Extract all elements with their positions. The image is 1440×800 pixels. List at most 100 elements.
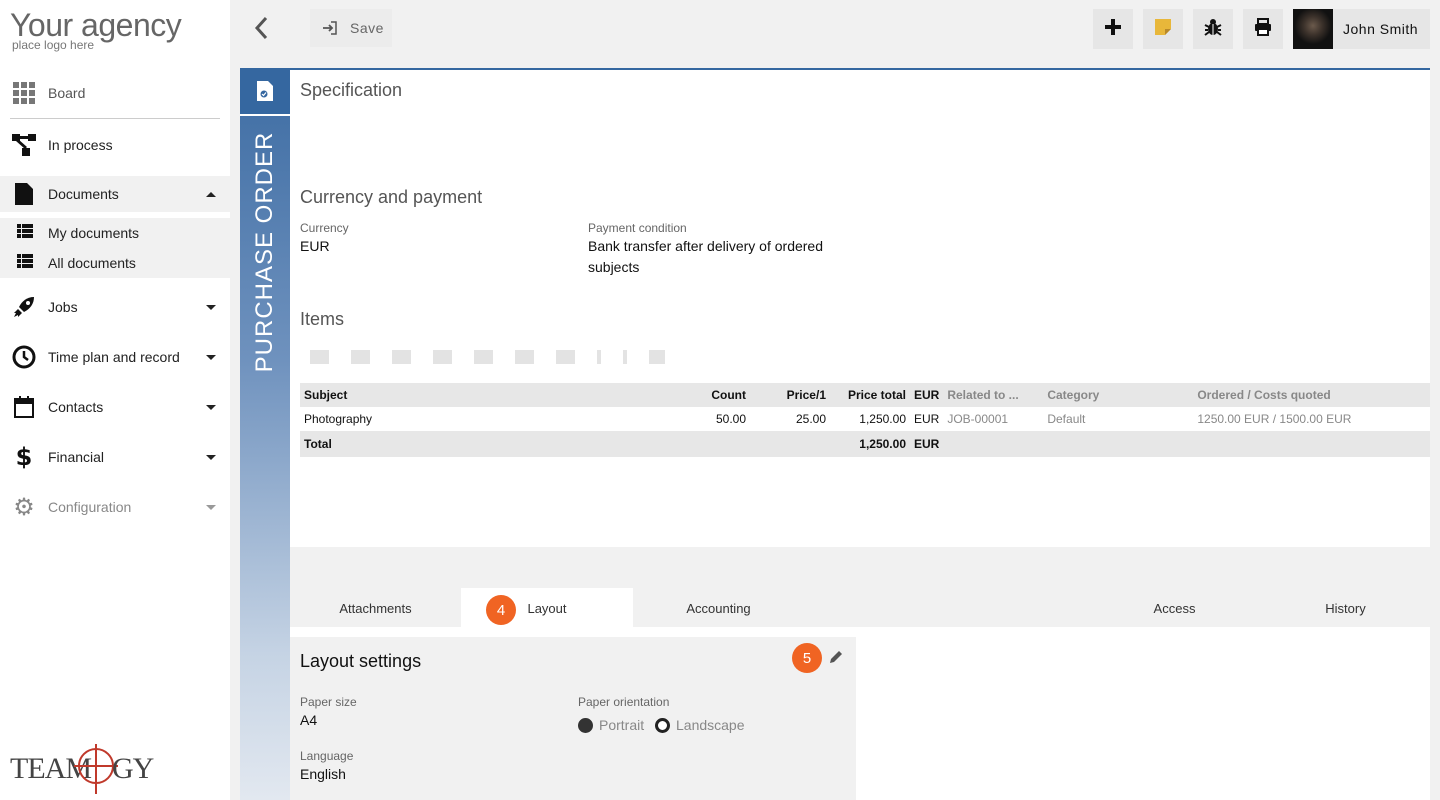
sidebar-item-label: Configuration: [48, 499, 132, 515]
col-header: Count: [700, 383, 750, 407]
cell-subject: Photography: [304, 412, 373, 426]
svg-text:GY: GY: [112, 752, 154, 785]
user-name: John Smith: [1343, 21, 1419, 37]
sticky-note-button[interactable]: [1143, 9, 1183, 49]
paper-orientation-label: Paper orientation: [578, 695, 670, 709]
table-row[interactable]: Photography 50.00 25.00 1,250.00 EUR JOB…: [300, 407, 1430, 431]
tab-attachments[interactable]: Attachments: [290, 588, 461, 628]
top-toolbar: Save John Smith: [230, 0, 1440, 58]
cell-price: 25.00: [795, 412, 826, 426]
calendar-icon: [12, 395, 36, 419]
sidebar-subitem-my-documents[interactable]: My documents: [0, 218, 230, 248]
avatar: [1293, 9, 1333, 49]
sidebar-subitem-all-documents[interactable]: All documents: [0, 248, 230, 278]
language-value[interactable]: English: [300, 764, 346, 785]
grid-icon: [12, 81, 36, 105]
category-icon[interactable]: [556, 350, 575, 364]
dollar-icon: $: [15, 443, 33, 471]
sidebar-item-label: Contacts: [48, 399, 104, 415]
save-button[interactable]: Save: [310, 9, 392, 47]
sticky-note-icon: [1155, 18, 1171, 40]
user-menu[interactable]: John Smith: [1293, 9, 1430, 49]
more-vert-icon[interactable]: [597, 350, 601, 364]
paper-size-value[interactable]: A4: [300, 710, 317, 731]
sidebar-item-contacts[interactable]: Contacts: [0, 389, 230, 425]
portrait-radio[interactable]: Portrait: [578, 717, 644, 733]
merge-row-icon[interactable]: [515, 350, 534, 364]
sidebar-item-financial[interactable]: $ Financial: [0, 439, 230, 475]
sidebar-item-in-process[interactable]: In process: [0, 127, 230, 163]
radio-filled-icon: [578, 717, 593, 733]
sidebar-item-label: In process: [48, 137, 113, 153]
logo-title: Your agency: [10, 7, 182, 43]
add-row-icon[interactable]: [310, 350, 329, 364]
items-title: Items: [300, 309, 345, 329]
tab-label: Accounting: [686, 600, 751, 616]
cell-currency: EUR: [914, 412, 940, 426]
sidebar-item-documents[interactable]: Documents: [0, 176, 230, 212]
add-one-icon[interactable]: [351, 350, 370, 364]
table-header-row: Subject Count Price/1 Price total EUR Re…: [300, 383, 1430, 407]
specification-title: Specification: [300, 80, 403, 100]
col-header: Related to ...: [943, 383, 1044, 407]
currency-value[interactable]: EUR: [300, 236, 330, 257]
language-label: Language: [300, 749, 354, 763]
plus-icon: [1104, 18, 1122, 41]
print-button[interactable]: [1243, 9, 1283, 49]
payment-condition-label: Payment condition: [588, 221, 687, 235]
more-vert-icon[interactable]: [623, 350, 627, 364]
sign-in-icon: [322, 20, 338, 41]
list-icon: [17, 223, 33, 243]
back-button[interactable]: [250, 14, 274, 42]
total-label: Total: [300, 431, 700, 457]
chevron-down-icon: [206, 304, 216, 310]
add-ten-icon[interactable]: [433, 350, 452, 364]
add-five-icon[interactable]: [392, 350, 411, 364]
bug-icon: [1203, 17, 1223, 42]
gear-icon: ⚙: [13, 493, 35, 521]
cell-category: Default: [1047, 412, 1086, 426]
tab-access[interactable]: Access: [1089, 588, 1260, 628]
document-icon: [257, 81, 273, 101]
col-header: Price total: [830, 383, 910, 407]
landscape-radio[interactable]: Landscape: [655, 717, 745, 733]
chevron-left-icon: [254, 16, 268, 40]
tab-label: Layout: [527, 600, 567, 616]
sidebar-item-label: My documents: [48, 225, 140, 241]
step-badge-4: 4: [486, 595, 516, 625]
sidebar-item-time-plan[interactable]: Time plan and record: [0, 339, 230, 375]
sidebar-item-configuration[interactable]: ⚙ Configuration: [0, 489, 230, 525]
sidebar-item-jobs[interactable]: Jobs: [0, 289, 230, 325]
insert-row-icon[interactable]: [474, 350, 493, 364]
chevron-up-icon: [206, 191, 216, 197]
trash-icon[interactable]: [649, 350, 665, 364]
currency-label: Currency: [300, 221, 349, 235]
document-content: Specification Currency and payment Curre…: [290, 68, 1430, 547]
col-header: Price/1: [750, 383, 830, 407]
divider: [10, 118, 220, 119]
radio-ring-icon: [655, 717, 670, 733]
paper-size-label: Paper size: [300, 695, 357, 709]
document-type-button[interactable]: [240, 68, 290, 116]
document-icon: [12, 182, 36, 206]
document-type-label: PURCHASE ORDER: [251, 131, 278, 373]
document-type-strip: PURCHASE ORDER: [240, 68, 290, 800]
agency-logo[interactable]: Your agency place logo here: [10, 7, 182, 52]
sidebar-item-label: Documents: [48, 186, 119, 202]
layout-settings-title: Layout settings: [300, 651, 422, 671]
tab-history[interactable]: History: [1260, 588, 1431, 628]
teamogy-logo: TEAM GY: [10, 744, 160, 800]
workflow-icon: [12, 133, 36, 157]
report-bug-button[interactable]: [1193, 9, 1233, 49]
step-badge-5: 5: [792, 643, 822, 673]
rocket-icon: [12, 295, 36, 319]
sidebar-item-board[interactable]: Board: [0, 75, 230, 111]
chevron-down-icon: [206, 354, 216, 360]
sidebar-item-label: Financial: [48, 449, 105, 465]
tab-accounting[interactable]: Accounting: [633, 588, 804, 628]
add-button[interactable]: [1093, 9, 1133, 49]
printer-icon: [1254, 17, 1272, 41]
total-row: Total 1,250.00 EUR: [300, 431, 1430, 457]
payment-condition-value[interactable]: Bank transfer after delivery of ordered …: [588, 236, 848, 278]
edit-button[interactable]: [828, 649, 844, 665]
